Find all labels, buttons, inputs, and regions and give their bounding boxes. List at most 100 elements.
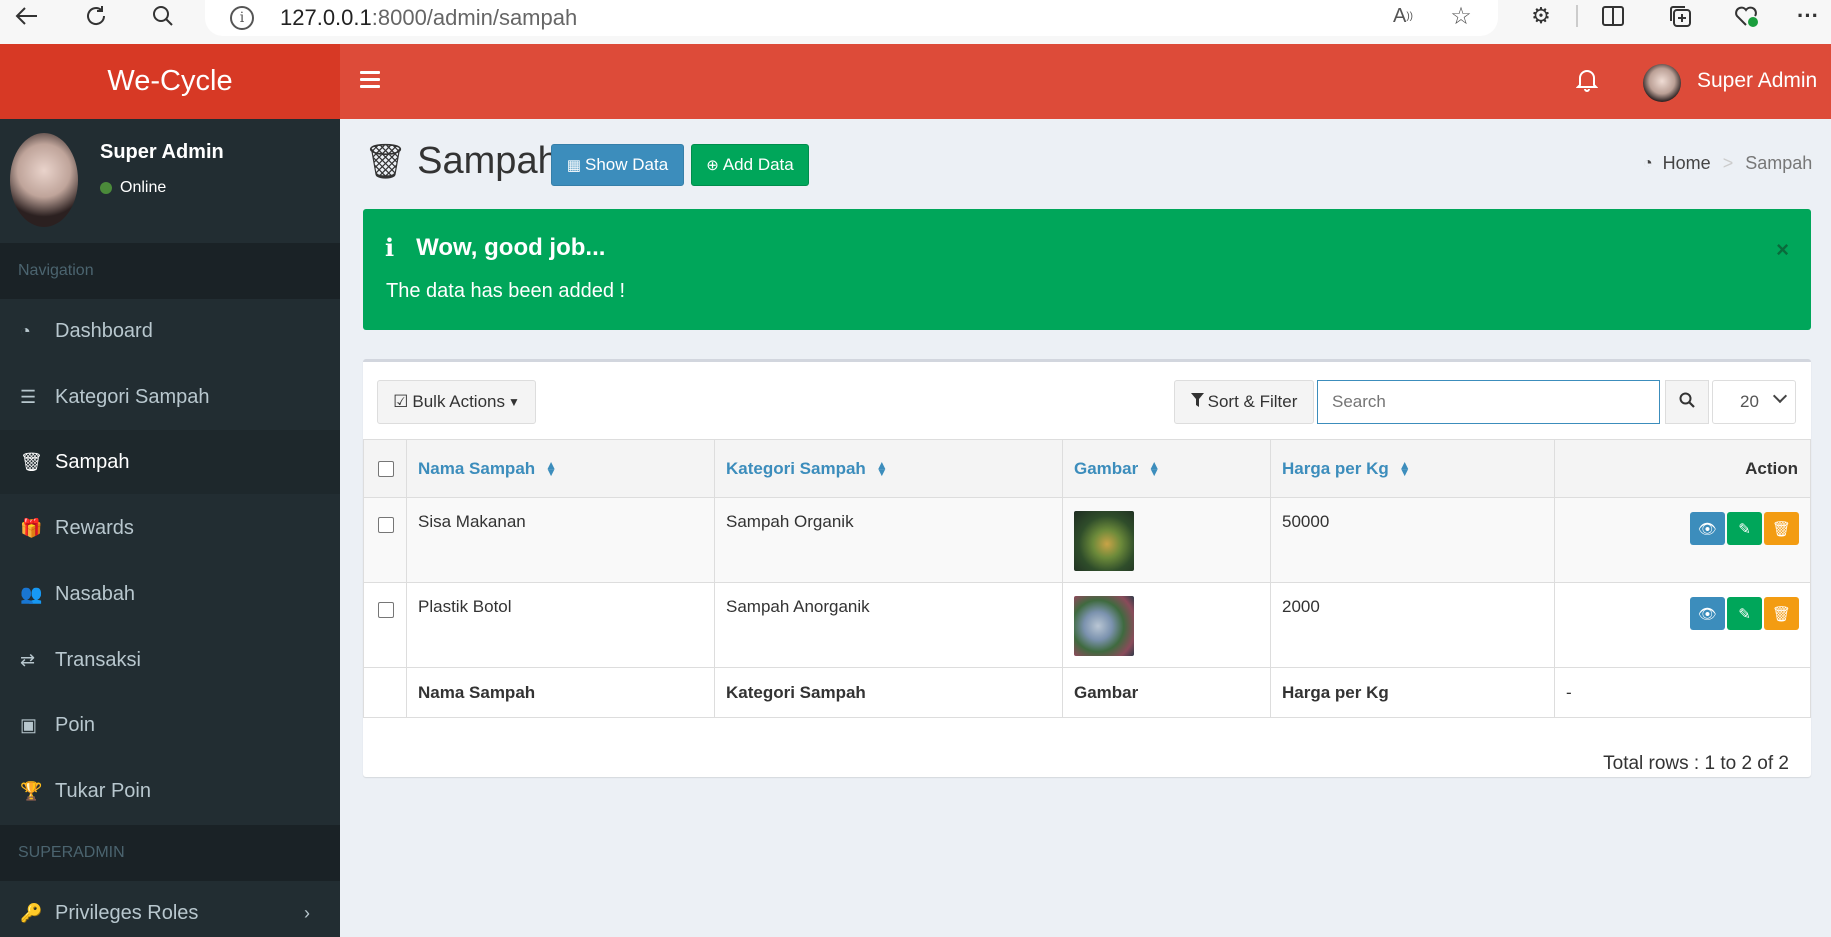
chevron-right-icon: ›: [304, 902, 310, 923]
browser-toolbar: i 127.0.0.1:8000/admin/sampah A)) ☆ ⚙ ··…: [0, 0, 1831, 44]
row-checkbox[interactable]: [378, 602, 394, 618]
sidebar-item-rewards[interactable]: 🎁 Rewards: [0, 496, 340, 560]
search-input[interactable]: [1317, 380, 1660, 424]
sidebar-item-tukar-poin[interactable]: 🏆 Tukar Poin: [0, 759, 340, 823]
cell-kategori: Sampah Anorganik: [714, 582, 1063, 668]
read-aloud-icon[interactable]: A)): [1390, 0, 1416, 32]
divider-icon: [1576, 0, 1578, 32]
trash-icon: 🗑: [1771, 520, 1792, 538]
row-checkbox[interactable]: [378, 517, 394, 533]
split-screen-icon[interactable]: [1600, 0, 1626, 32]
add-data-button[interactable]: ⊕ Add Data: [691, 144, 809, 186]
view-button[interactable]: 👁: [1690, 512, 1725, 545]
browser-essentials-icon[interactable]: [1733, 0, 1761, 32]
select-all-cell: [363, 439, 407, 498]
collections-icon[interactable]: [1667, 0, 1693, 32]
cell-harga: 2000: [1270, 582, 1555, 668]
sidebar: We-Cycle Super Admin Online Navigation ◔…: [0, 44, 340, 937]
favorite-star-icon[interactable]: ☆: [1448, 0, 1474, 32]
show-data-button[interactable]: ▦ Show Data: [551, 144, 684, 186]
nav-header-navigation: Navigation: [0, 243, 340, 299]
gift-icon: 🎁: [20, 517, 43, 538]
sort-icon: ▲ ▼: [545, 458, 558, 480]
bulk-actions-button[interactable]: ☑ Bulk Actions ▼: [377, 380, 536, 424]
check-square-icon: ☑: [393, 392, 409, 411]
user-avatar: [10, 133, 78, 227]
app-logo[interactable]: We-Cycle: [0, 44, 340, 119]
user-name: Super Admin: [100, 141, 224, 163]
top-user-avatar[interactable]: [1643, 64, 1681, 102]
trash-icon: 🗑: [20, 451, 43, 472]
filter-icon: [1190, 392, 1204, 412]
edit-button[interactable]: ✎: [1727, 512, 1762, 545]
address-bar[interactable]: i 127.0.0.1:8000/admin/sampah A)) ☆: [205, 0, 1498, 36]
col-gambar[interactable]: Gambar ▲ ▼: [1062, 439, 1271, 498]
menu-toggle-icon[interactable]: [360, 71, 380, 92]
col-nama-sampah[interactable]: Nama Sampah ▲ ▼: [406, 439, 715, 498]
more-options-icon[interactable]: ···: [1795, 0, 1821, 32]
sidebar-item-sampah[interactable]: 🗑 Sampah: [0, 430, 340, 494]
table-header-row: Nama Sampah ▲ ▼ Kategori Sampah ▲ ▼ Gambar ▲ ▼…: [363, 439, 1811, 498]
search-icon: [1679, 392, 1695, 413]
back-icon[interactable]: [14, 0, 40, 32]
alert-message: The data has been added !: [386, 280, 626, 302]
exchange-icon: ⇄: [20, 649, 36, 670]
trash-icon: 🗑: [364, 142, 408, 181]
sidebar-item-kategori-sampah[interactable]: ☰ Kategori Sampah: [0, 365, 340, 429]
delete-button[interactable]: 🗑: [1764, 597, 1799, 630]
page-title: 🗑 Sampah: [364, 140, 559, 182]
sidebar-item-dashboard[interactable]: ◔ Dashboard: [0, 299, 340, 363]
col-harga-per-kg[interactable]: Harga per Kg ▲ ▼: [1270, 439, 1555, 498]
bell-icon[interactable]: [1575, 68, 1599, 99]
plus-circle-icon: ⊕: [706, 157, 719, 174]
url-text: 127.0.0.1:8000/admin/sampah: [280, 5, 578, 30]
online-dot-icon: [100, 182, 112, 194]
sort-icon: ▲ ▼: [1148, 458, 1161, 480]
waste-image[interactable]: [1074, 596, 1134, 656]
sort-filter-button[interactable]: Sort & Filter: [1174, 380, 1314, 424]
total-rows: Total rows : 1 to 2 of 2: [1603, 753, 1789, 774]
breadcrumb: ◔ Home > Sampah: [1643, 153, 1813, 174]
money-icon: ▣: [20, 714, 38, 735]
footer-action: -: [1554, 667, 1811, 718]
footer-nama: Nama Sampah: [406, 667, 715, 718]
footer-harga: Harga per Kg: [1270, 667, 1555, 718]
breadcrumb-home[interactable]: Home: [1663, 153, 1711, 174]
nav-header-superadmin: SUPERADMIN: [0, 825, 340, 881]
extensions-icon[interactable]: ⚙: [1528, 0, 1554, 32]
dashboard-icon: ◔: [20, 320, 31, 341]
search-icon[interactable]: [150, 0, 176, 32]
sidebar-item-transaksi[interactable]: ⇄ Transaksi: [0, 628, 340, 692]
pencil-icon: ✎: [1738, 520, 1751, 538]
cell-nama: Sisa Makanan: [406, 497, 715, 583]
key-icon: 🔑: [20, 902, 43, 923]
cell-kategori: Sampah Organik: [714, 497, 1063, 583]
view-button[interactable]: 👁: [1690, 597, 1725, 630]
footer-kategori: Kategori Sampah: [714, 667, 1063, 718]
sort-icon: ▲ ▼: [875, 458, 888, 480]
trophy-icon: 🏆: [20, 780, 43, 801]
top-user-name[interactable]: Super Admin: [1697, 69, 1817, 93]
search-button[interactable]: [1665, 380, 1709, 424]
select-all-checkbox[interactable]: [378, 460, 394, 477]
top-navbar: Super Admin: [340, 44, 1831, 119]
edit-button[interactable]: ✎: [1727, 597, 1762, 630]
refresh-icon[interactable]: [82, 0, 110, 32]
data-box: ☑ Bulk Actions ▼ Sort & Filter 20 Nama S…: [363, 359, 1811, 777]
close-icon[interactable]: ×: [1776, 237, 1789, 263]
waste-image[interactable]: [1074, 511, 1134, 571]
eye-icon: 👁: [1697, 605, 1718, 623]
user-status: Online: [100, 179, 166, 197]
delete-button[interactable]: 🗑: [1764, 512, 1799, 545]
breadcrumb-current: Sampah: [1745, 153, 1813, 173]
data-table: Nama Sampah ▲ ▼ Kategori Sampah ▲ ▼ Gambar ▲ ▼…: [363, 439, 1811, 718]
col-kategori-sampah[interactable]: Kategori Sampah ▲ ▼: [714, 439, 1063, 498]
sidebar-item-privileges-roles[interactable]: 🔑 Privileges Roles ›: [0, 881, 340, 937]
sidebar-item-poin[interactable]: ▣ Poin: [0, 693, 340, 757]
per-page-select[interactable]: 20: [1712, 380, 1796, 424]
table-icon: ▦: [566, 157, 581, 174]
info-icon[interactable]: i: [230, 6, 254, 30]
eye-icon: 👁: [1697, 520, 1718, 538]
dashboard-icon: ◔: [1643, 154, 1653, 172]
sidebar-item-nasabah[interactable]: 👥 Nasabah: [0, 562, 340, 626]
